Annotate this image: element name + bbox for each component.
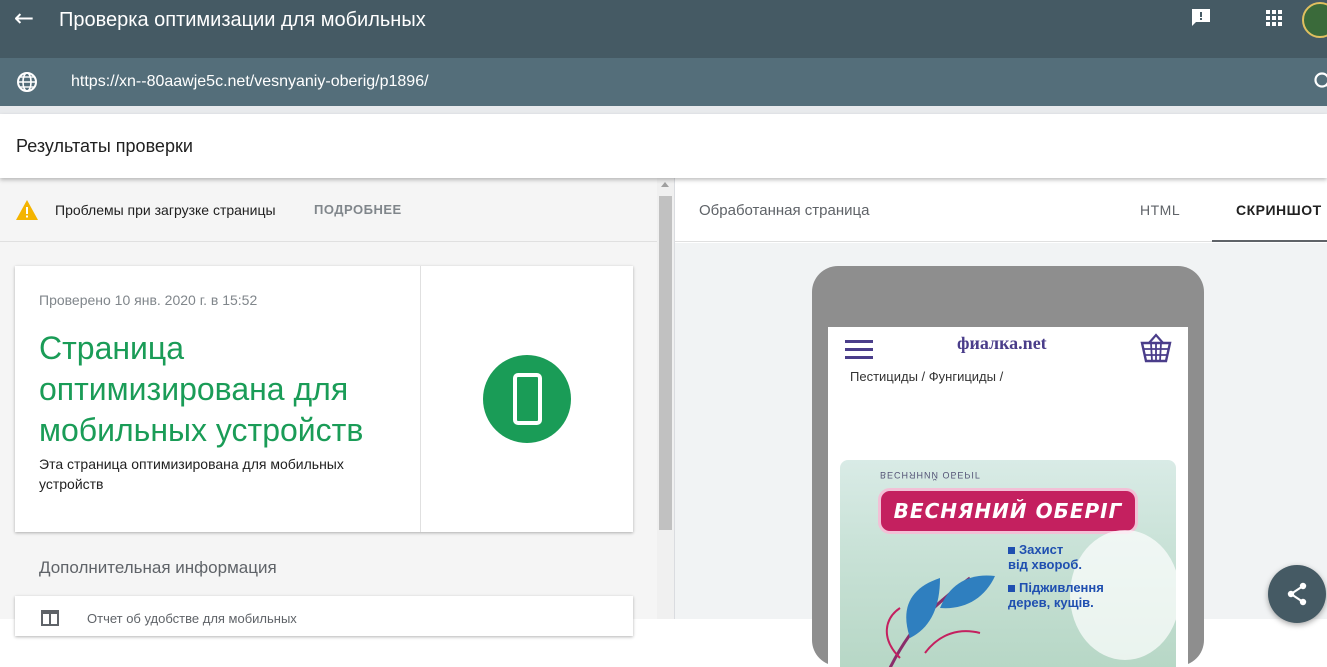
usability-report-card[interactable]: Отчет об удобстве для мобильных xyxy=(15,596,633,636)
smartphone-icon xyxy=(513,373,542,425)
page-title: Проверка оптимизации для мобильных xyxy=(59,8,426,32)
tab-screenshot[interactable]: СКРИНШОТ xyxy=(1212,178,1327,242)
avatar[interactable] xyxy=(1302,2,1327,38)
results-header: Результаты проверки xyxy=(0,114,1327,178)
leaves-illustration xyxy=(870,538,1010,667)
preview-tabs: Обработанная страница HTML СКРИНШОТ xyxy=(675,178,1327,242)
bullet-icon xyxy=(1008,585,1015,592)
divider xyxy=(0,106,1327,114)
package-line: Захист xyxy=(1019,542,1063,557)
share-icon xyxy=(1286,582,1308,606)
verdict-description: Эта страница оптимизирована для мобильны… xyxy=(39,454,409,494)
package-banner-text: ВЕСНЯНИЙ ОБЕРІГ xyxy=(881,499,1135,523)
phone-frame: фиалка.net Пестициды / Фунгициды / ВЕСНЯ… xyxy=(812,266,1204,666)
tab-screenshot-label: СКРИНШОТ xyxy=(1236,202,1322,218)
checked-timestamp: Проверено 10 янв. 2020 г. в 15:52 xyxy=(39,292,257,308)
product-image: ВЕСНЯНИЙ ОБЕРІГ ВЕСНЯНИЙ ОБЕРІГ Захист xyxy=(840,460,1176,667)
report-icon xyxy=(40,609,60,627)
package-text-protection: Захист від хвороб. xyxy=(1008,542,1082,572)
feedback-icon[interactable] xyxy=(1190,8,1212,28)
hamburger-menu-icon xyxy=(845,340,873,360)
search-icon[interactable] xyxy=(1313,71,1327,93)
app-bar: ← Проверка оптимизации для мобильных xyxy=(0,0,1327,58)
warning-row: Проблемы при загрузке страницы ПОДРОБНЕЕ xyxy=(0,178,657,242)
globe-icon xyxy=(16,71,38,93)
results-title: Результаты проверки xyxy=(16,136,193,157)
results-pane: Проблемы при загрузке страницы ПОДРОБНЕЕ… xyxy=(0,178,675,619)
package-top-text: ВЕСНЯНИЙ ОБЕРІГ xyxy=(880,470,981,480)
bullet-icon xyxy=(1008,547,1015,554)
package-line: дерев, кущів. xyxy=(1008,595,1094,610)
rendered-page-screenshot: фиалка.net Пестициды / Фунгициды / ВЕСНЯ… xyxy=(828,327,1188,667)
package-line: від хвороб. xyxy=(1008,557,1082,572)
breadcrumb: Пестициды / Фунгициды / xyxy=(850,369,1003,384)
scroll-up-arrow-icon[interactable] xyxy=(661,182,669,187)
url-input[interactable]: https://xn--80aawje5c.net/vesnyaniy-ober… xyxy=(71,72,429,92)
preview-pane: Обработанная страница HTML СКРИНШОТ фиал… xyxy=(675,178,1327,619)
warning-text: Проблемы при загрузке страницы xyxy=(55,202,276,218)
additional-info-title: Дополнительная информация xyxy=(39,558,277,578)
scrollbar-thumb[interactable] xyxy=(659,196,672,530)
card-divider xyxy=(420,266,421,532)
details-link[interactable]: ПОДРОБНЕЕ xyxy=(314,202,402,217)
url-bar: https://xn--80aawje5c.net/vesnyaniy-ober… xyxy=(0,58,1327,106)
verdict-heading: Страница оптимизирована для мобильных ус… xyxy=(39,328,409,451)
apps-grid-icon[interactable] xyxy=(1265,9,1283,27)
tab-html[interactable]: HTML xyxy=(1140,202,1180,218)
screenshot-viewer: фиалка.net Пестициды / Фунгициды / ВЕСНЯ… xyxy=(675,243,1327,619)
site-logo: фиалка.net xyxy=(957,333,1047,354)
mobile-friendly-badge xyxy=(483,355,571,443)
arrow-back-icon[interactable]: ← xyxy=(14,6,42,34)
share-button[interactable] xyxy=(1268,565,1326,623)
processed-page-label: Обработанная страница xyxy=(699,202,869,219)
verdict-card: Проверено 10 янв. 2020 г. в 15:52 Страни… xyxy=(15,266,633,532)
package-banner: ВЕСНЯНИЙ ОБЕРІГ xyxy=(878,488,1138,534)
shopping-basket-icon xyxy=(1138,333,1174,365)
warning-icon xyxy=(15,199,39,221)
package-text-feeding: Підживлення дерев, кущів. xyxy=(1008,580,1104,610)
package-line: Підживлення xyxy=(1019,580,1104,595)
scrollbar[interactable] xyxy=(657,178,674,619)
